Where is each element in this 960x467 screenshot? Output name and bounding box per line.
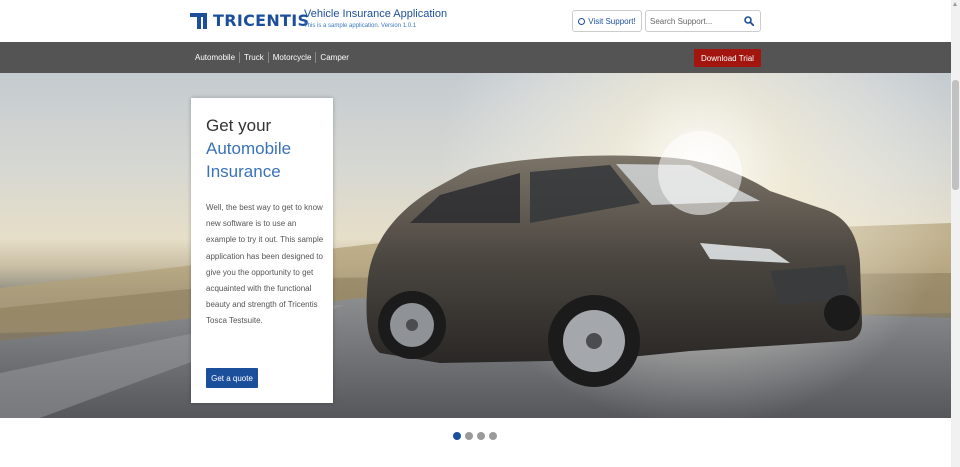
scrollbar-thumb[interactable]: [952, 80, 959, 190]
hero-title-line3: Insurance: [206, 162, 281, 181]
hero-banner: [0, 73, 951, 418]
download-trial-button[interactable]: Download Trial: [694, 49, 761, 67]
carousel-dot-1[interactable]: [453, 432, 461, 440]
tricentis-logo-icon: [190, 12, 208, 30]
quote-card: Get your Automobile Insurance Well, the …: [191, 98, 333, 403]
nav-menu: Automobile Truck Motorcycle Camper: [192, 52, 353, 63]
visit-support-label: Visit Support!: [588, 16, 636, 26]
nav-item-camper[interactable]: Camper: [316, 52, 352, 63]
hero-description: Well, the best way to get to know new so…: [206, 203, 324, 326]
page-scrollbar[interactable]: [951, 0, 960, 467]
lifebuoy-icon: [578, 17, 586, 25]
get-quote-button[interactable]: Get a quote: [206, 368, 258, 388]
carousel-dot-3[interactable]: [477, 432, 485, 440]
carousel-indicators: [453, 432, 501, 440]
search-icon[interactable]: [744, 16, 754, 26]
scroll-up-arrow-icon[interactable]: [953, 2, 957, 6]
nav-item-truck[interactable]: Truck: [240, 52, 269, 63]
hero-car-image: [0, 73, 951, 418]
nav-bar: Automobile Truck Motorcycle Camper: [0, 42, 951, 73]
app-subtitle: This is a sample application. Version 1.…: [304, 23, 417, 29]
search-input[interactable]: [650, 14, 738, 28]
app-title: Vehicle Insurance Application: [304, 8, 448, 20]
carousel-dot-2[interactable]: [465, 432, 473, 440]
carousel-dot-4[interactable]: [489, 432, 497, 440]
hero-title-line2: Automobile: [206, 139, 292, 158]
top-header: TRICENTIS Vehicle Insurance Application …: [0, 0, 951, 42]
hero-title-line1: Get your: [206, 116, 272, 135]
visit-support-button[interactable]: Visit Support!: [572, 10, 642, 32]
tricentis-logo[interactable]: TRICENTIS: [190, 11, 309, 30]
logo-text: TRICENTIS: [213, 11, 310, 30]
search-box: [645, 10, 761, 32]
nav-item-motorcycle[interactable]: Motorcycle: [269, 52, 317, 63]
nav-item-automobile[interactable]: Automobile: [192, 52, 241, 63]
